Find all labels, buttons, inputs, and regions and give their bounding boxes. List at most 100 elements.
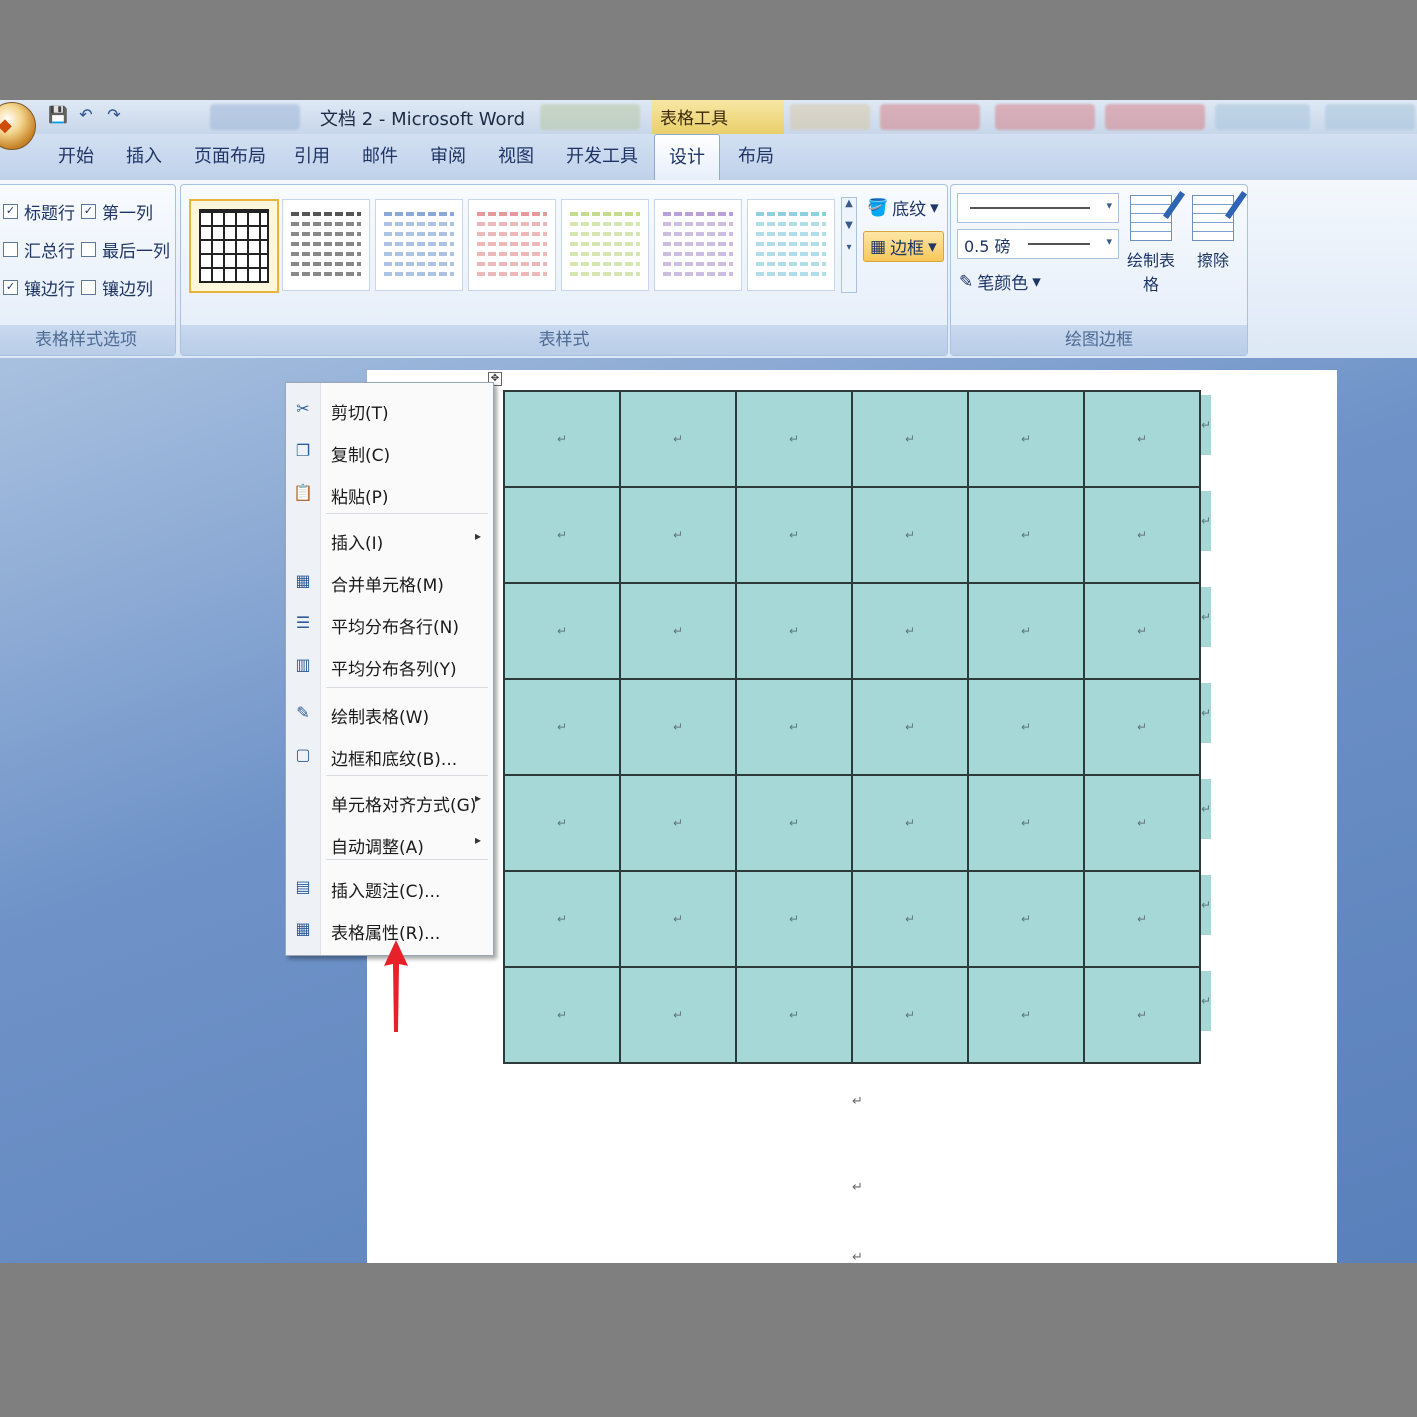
option-banded-rows[interactable]: ✓ 镶边行	[3, 275, 75, 300]
tab-layout[interactable]: 布局	[738, 142, 774, 168]
table-cell[interactable]: ↵	[851, 678, 969, 776]
checkbox[interactable]: ✓	[3, 280, 18, 295]
document-table[interactable]: ↵ ↵ ↵ ↵ ↵ ↵ ↵ ↵ ↵ ↵ ↵ ↵ ↵ ↵ ↵ ↵ ↵ ↵ ↵ ↵ ↵ ↵ ↵ ↵ ↵ ↵ ↵ ↵ ↵ ↵ ↵ ↵ ↵ ↵ ↵ ↵ ↵ ↵ ↵ ↵…	[503, 390, 1201, 1064]
menu-item[interactable]: ❐ 复制(C)	[286, 433, 493, 469]
tab-home[interactable]: 开始	[58, 142, 94, 168]
table-cell[interactable]: ↵	[1083, 774, 1201, 872]
tab-references[interactable]: 引用	[294, 142, 330, 168]
table-cell[interactable]: ↵	[503, 486, 621, 584]
table-style-swatch[interactable]	[468, 199, 556, 291]
option-first-column[interactable]: ✓ 第一列	[81, 199, 153, 224]
option-header-row[interactable]: ✓ 标题行	[3, 199, 75, 224]
table-cell[interactable]: ↵	[851, 390, 969, 488]
table-cell[interactable]: ↵	[967, 390, 1085, 488]
table-cell[interactable]: ↵	[503, 774, 621, 872]
table-cell[interactable]: ↵	[735, 390, 853, 488]
swatch-row	[756, 212, 826, 216]
table-cell[interactable]: ↵	[503, 870, 621, 968]
menu-item[interactable]: 单元格对齐方式(G) ▸	[286, 783, 493, 819]
paragraph-mark: ↵	[852, 1250, 863, 1265]
table-cell[interactable]: ↵	[619, 486, 737, 584]
menu-item[interactable]: ▤ 插入题注(C)...	[286, 869, 493, 905]
checkbox[interactable]	[3, 242, 18, 257]
tab-mailings[interactable]: 邮件	[362, 142, 398, 168]
table-style-swatch[interactable]	[189, 199, 279, 293]
table-cell[interactable]: ↵	[967, 678, 1085, 776]
table-cell[interactable]: ↵	[1083, 870, 1201, 968]
table-cell[interactable]: ↵	[503, 582, 621, 680]
table-cell[interactable]: ↵	[735, 678, 853, 776]
table-cell[interactable]: ↵	[503, 390, 621, 488]
table-cell[interactable]: ↵	[619, 582, 737, 680]
table-cell[interactable]: ↵	[735, 486, 853, 584]
option-banded-columns[interactable]: 镶边列	[81, 275, 153, 300]
checkbox[interactable]: ✓	[81, 204, 96, 219]
menu-item[interactable]: 📋 粘贴(P)	[286, 475, 493, 511]
table-cell[interactable]: ↵	[735, 774, 853, 872]
line-style-select[interactable]: ▾	[957, 193, 1119, 223]
table-style-swatch[interactable]	[282, 199, 370, 291]
checkbox[interactable]: ✓	[3, 204, 18, 219]
table-cell[interactable]: ↵	[1083, 390, 1201, 488]
table-cell[interactable]: ↵	[967, 966, 1085, 1064]
menu-item[interactable]: ▦ 合并单元格(M)	[286, 563, 493, 599]
option-last-column[interactable]: 最后一列	[81, 237, 170, 262]
menu-item[interactable]: 插入(I) ▸	[286, 521, 493, 557]
table-cell[interactable]: ↵	[967, 870, 1085, 968]
tab-insert[interactable]: 插入	[126, 142, 162, 168]
borders-button[interactable]: ▦ 边框 ▾	[863, 231, 944, 262]
menu-item[interactable]: ▥ 平均分布各列(Y)	[286, 647, 493, 683]
tab-page-layout[interactable]: 页面布局	[194, 142, 266, 168]
table-style-swatch[interactable]	[561, 199, 649, 291]
tab-design[interactable]: 设计	[654, 134, 720, 181]
table-cell[interactable]: ↵	[619, 390, 737, 488]
line-weight-select[interactable]: 0.5 磅 ▾	[957, 229, 1119, 259]
tab-review[interactable]: 审阅	[430, 142, 466, 168]
table-cell[interactable]: ↵	[619, 966, 737, 1064]
gallery-scroll[interactable]: ▲ ▼ ▾	[841, 197, 857, 293]
option-total-row[interactable]: 汇总行	[3, 237, 75, 262]
menu-item[interactable]: ☰ 平均分布各行(N)	[286, 605, 493, 641]
table-cell[interactable]: ↵	[619, 678, 737, 776]
checkbox[interactable]	[81, 280, 96, 295]
table-style-swatch[interactable]	[654, 199, 742, 291]
table-cell[interactable]: ↵	[851, 870, 969, 968]
tab-developer[interactable]: 开发工具	[566, 142, 638, 168]
checkbox[interactable]	[81, 242, 96, 257]
table-cell[interactable]: ↵	[735, 870, 853, 968]
table-style-swatch[interactable]	[747, 199, 835, 291]
menu-item[interactable]: ▢ 边框和底纹(B)...	[286, 737, 493, 773]
table-style-swatch[interactable]	[375, 199, 463, 291]
menu-item[interactable]: ✎ 绘制表格(W)	[286, 695, 493, 731]
draw-table-button[interactable]: 绘制表格	[1121, 195, 1181, 295]
shading-button[interactable]: 🪣 底纹 ▾	[867, 195, 939, 221]
menu-item-label: 插入(I)	[331, 534, 384, 554]
table-cell[interactable]: ↵	[967, 582, 1085, 680]
menu-item[interactable]: 自动调整(A) ▸	[286, 825, 493, 861]
eraser-button[interactable]: 擦除	[1183, 195, 1243, 271]
table-cell[interactable]: ↵	[1083, 486, 1201, 584]
table-cell[interactable]: ↵	[851, 486, 969, 584]
table-cell[interactable]: ↵	[503, 678, 621, 776]
redo-icon[interactable]: ↷	[104, 104, 124, 124]
undo-icon[interactable]: ↶	[76, 104, 96, 124]
row-end-mark: ↵	[1201, 683, 1211, 743]
blurred-taskbar-item	[1215, 104, 1310, 130]
table-cell[interactable]: ↵	[967, 774, 1085, 872]
pen-color-button[interactable]: ✎ 笔颜色 ▾	[959, 269, 1041, 295]
table-cell[interactable]: ↵	[1083, 582, 1201, 680]
table-cell[interactable]: ↵	[503, 966, 621, 1064]
tab-view[interactable]: 视图	[498, 142, 534, 168]
table-cell[interactable]: ↵	[1083, 678, 1201, 776]
menu-item[interactable]: ✂ 剪切(T)	[286, 391, 493, 427]
table-cell[interactable]: ↵	[619, 774, 737, 872]
table-cell[interactable]: ↵	[619, 870, 737, 968]
save-icon[interactable]: 💾	[48, 104, 68, 124]
table-cell[interactable]: ↵	[851, 582, 969, 680]
table-cell[interactable]: ↵	[735, 582, 853, 680]
table-cell[interactable]: ↵	[851, 966, 969, 1064]
table-cell[interactable]: ↵	[1083, 966, 1201, 1064]
table-cell[interactable]: ↵	[851, 774, 969, 872]
table-cell[interactable]: ↵	[735, 966, 853, 1064]
table-cell[interactable]: ↵	[967, 486, 1085, 584]
